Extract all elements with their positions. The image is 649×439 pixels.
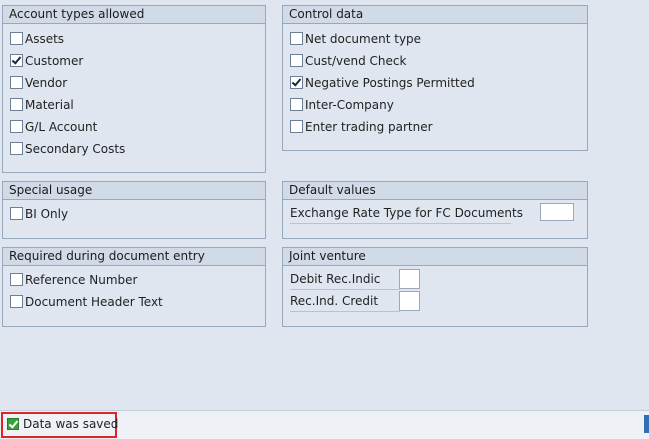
control-data-title: Control data (283, 6, 587, 24)
checkbox-label: BI Only (25, 207, 69, 221)
checkbox-label: Enter trading partner (305, 120, 433, 134)
joint-venture-group: Joint venture Debit Rec.Indic Rec.Ind. C… (282, 247, 588, 327)
rec-ind-credit-input[interactable] (399, 291, 420, 311)
checkbox-label: Vendor (25, 76, 68, 90)
status-message[interactable]: Data was saved (1, 412, 119, 438)
checkbox-reference-number[interactable]: Reference Number (10, 272, 137, 288)
checkbox-secondary-costs[interactable]: Secondary Costs (10, 141, 125, 157)
checkbox-label: Cust/vend Check (305, 54, 407, 68)
checkbox-label: Customer (25, 54, 84, 68)
default-values-group: Default values Exchange Rate Type for FC… (282, 181, 588, 239)
debit-rec-indic-row: Debit Rec.Indic (290, 269, 400, 291)
rec-ind-credit-row: Rec.Ind. Credit (290, 291, 400, 313)
control-data-group: Control data Net document type Cust/vend… (282, 5, 588, 151)
checkbox-label: Reference Number (25, 273, 138, 287)
checkbox-label: Inter-Company (305, 98, 394, 112)
checkbox-label: G/L Account (25, 120, 98, 134)
checkbox-assets-box[interactable] (10, 32, 23, 45)
exchange-rate-type-label: Exchange Rate Type for FC Documents (290, 203, 523, 224)
checkbox-customer[interactable]: Customer (10, 53, 83, 69)
required-entry-group: Required during document entry Reference… (2, 247, 266, 327)
success-check-icon (7, 418, 19, 430)
checkbox-net-document-type-box[interactable] (290, 32, 303, 45)
debit-rec-indic-label: Debit Rec.Indic (290, 269, 400, 290)
checkbox-label: Negative Postings Permitted (305, 76, 475, 90)
checkbox-gl-account-box[interactable] (10, 120, 23, 133)
checkbox-document-header-text-box[interactable] (10, 295, 23, 308)
checkbox-cust-vend-check-box[interactable] (290, 54, 303, 67)
checkbox-material[interactable]: Material (10, 97, 74, 113)
joint-venture-title: Joint venture (283, 248, 587, 266)
account-types-group: Account types allowed Assets Customer Ve… (2, 5, 266, 173)
checkbox-inter-company-box[interactable] (290, 98, 303, 111)
checkbox-gl-account[interactable]: G/L Account (10, 119, 97, 135)
exchange-rate-type-row: Exchange Rate Type for FC Documents (290, 203, 523, 225)
special-usage-group: Special usage BI Only (2, 181, 266, 239)
checkbox-customer-box[interactable] (10, 54, 23, 67)
checkbox-assets[interactable]: Assets (10, 31, 64, 47)
checkbox-reference-number-box[interactable] (10, 273, 23, 286)
checkbox-bi-only-box[interactable] (10, 207, 23, 220)
required-entry-title: Required during document entry (3, 248, 265, 266)
checkbox-cust-vend-check[interactable]: Cust/vend Check (290, 53, 406, 69)
checkbox-secondary-costs-box[interactable] (10, 142, 23, 155)
status-bar-edge-icon[interactable] (644, 415, 649, 433)
exchange-rate-type-input[interactable] (540, 203, 574, 221)
checkbox-label: Net document type (305, 32, 422, 46)
checkbox-net-document-type[interactable]: Net document type (290, 31, 421, 47)
rec-ind-credit-label: Rec.Ind. Credit (290, 291, 400, 312)
default-values-title: Default values (283, 182, 587, 200)
checkbox-vendor[interactable]: Vendor (10, 75, 67, 91)
checkbox-label: Assets (25, 32, 65, 46)
checkbox-vendor-box[interactable] (10, 76, 23, 89)
checkbox-inter-company[interactable]: Inter-Company (290, 97, 394, 113)
checkbox-enter-trading-partner[interactable]: Enter trading partner (290, 119, 433, 135)
checkbox-negative-postings[interactable]: Negative Postings Permitted (290, 75, 475, 91)
checkbox-enter-trading-partner-box[interactable] (290, 120, 303, 133)
checkbox-document-header-text[interactable]: Document Header Text (10, 294, 163, 310)
checkbox-label: Secondary Costs (25, 142, 126, 156)
status-bar: Data was saved (0, 410, 649, 439)
checkbox-bi-only[interactable]: BI Only (10, 206, 68, 222)
status-message-text: Data was saved (23, 417, 119, 431)
special-usage-title: Special usage (3, 182, 265, 200)
account-types-title: Account types allowed (3, 6, 265, 24)
checkbox-negative-postings-box[interactable] (290, 76, 303, 89)
checkbox-label: Material (25, 98, 74, 112)
debit-rec-indic-input[interactable] (399, 269, 420, 289)
checkbox-material-box[interactable] (10, 98, 23, 111)
checkbox-label: Document Header Text (25, 295, 163, 309)
